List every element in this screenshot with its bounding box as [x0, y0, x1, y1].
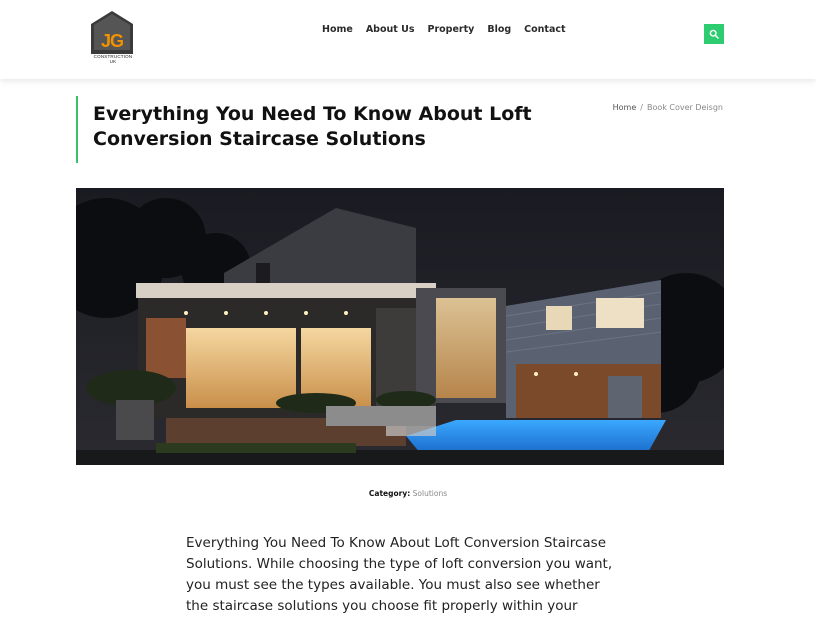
logo-initials: JG — [100, 31, 124, 51]
search-icon — [709, 29, 719, 39]
category-label: Category: — [368, 489, 411, 498]
page-title: Everything You Need To Know About Loft C… — [93, 103, 532, 150]
breadcrumb: Home / Book Cover Deisgn — [613, 103, 723, 112]
nav-property[interactable]: Property — [428, 24, 475, 35]
nav-home[interactable]: Home — [322, 24, 353, 35]
site-header: JG CONSTRUCTION UK Home About Us Propert… — [0, 0, 816, 79]
logo-subtitle: CONSTRUCTION UK — [93, 54, 133, 64]
breadcrumb-separator: / — [640, 103, 643, 112]
nav-blog[interactable]: Blog — [487, 24, 511, 35]
logo[interactable]: JG CONSTRUCTION UK — [90, 10, 134, 64]
breadcrumb-current: Book Cover Deisgn — [646, 103, 723, 112]
post-category: Category: Solutions — [0, 489, 816, 498]
main-nav: Home About Us Property Blog Contact — [322, 24, 579, 35]
house-night-illustration — [76, 188, 724, 465]
search-button[interactable] — [704, 24, 724, 44]
category-link[interactable]: Solutions — [413, 489, 447, 498]
nav-about-us[interactable]: About Us — [366, 24, 415, 35]
hero-image — [76, 188, 724, 465]
article-body: Everything You Need To Know About Loft C… — [186, 535, 613, 614]
breadcrumb-home[interactable]: Home — [613, 103, 637, 112]
nav-contact[interactable]: Contact — [524, 24, 565, 35]
title-accent-bar — [76, 96, 78, 163]
